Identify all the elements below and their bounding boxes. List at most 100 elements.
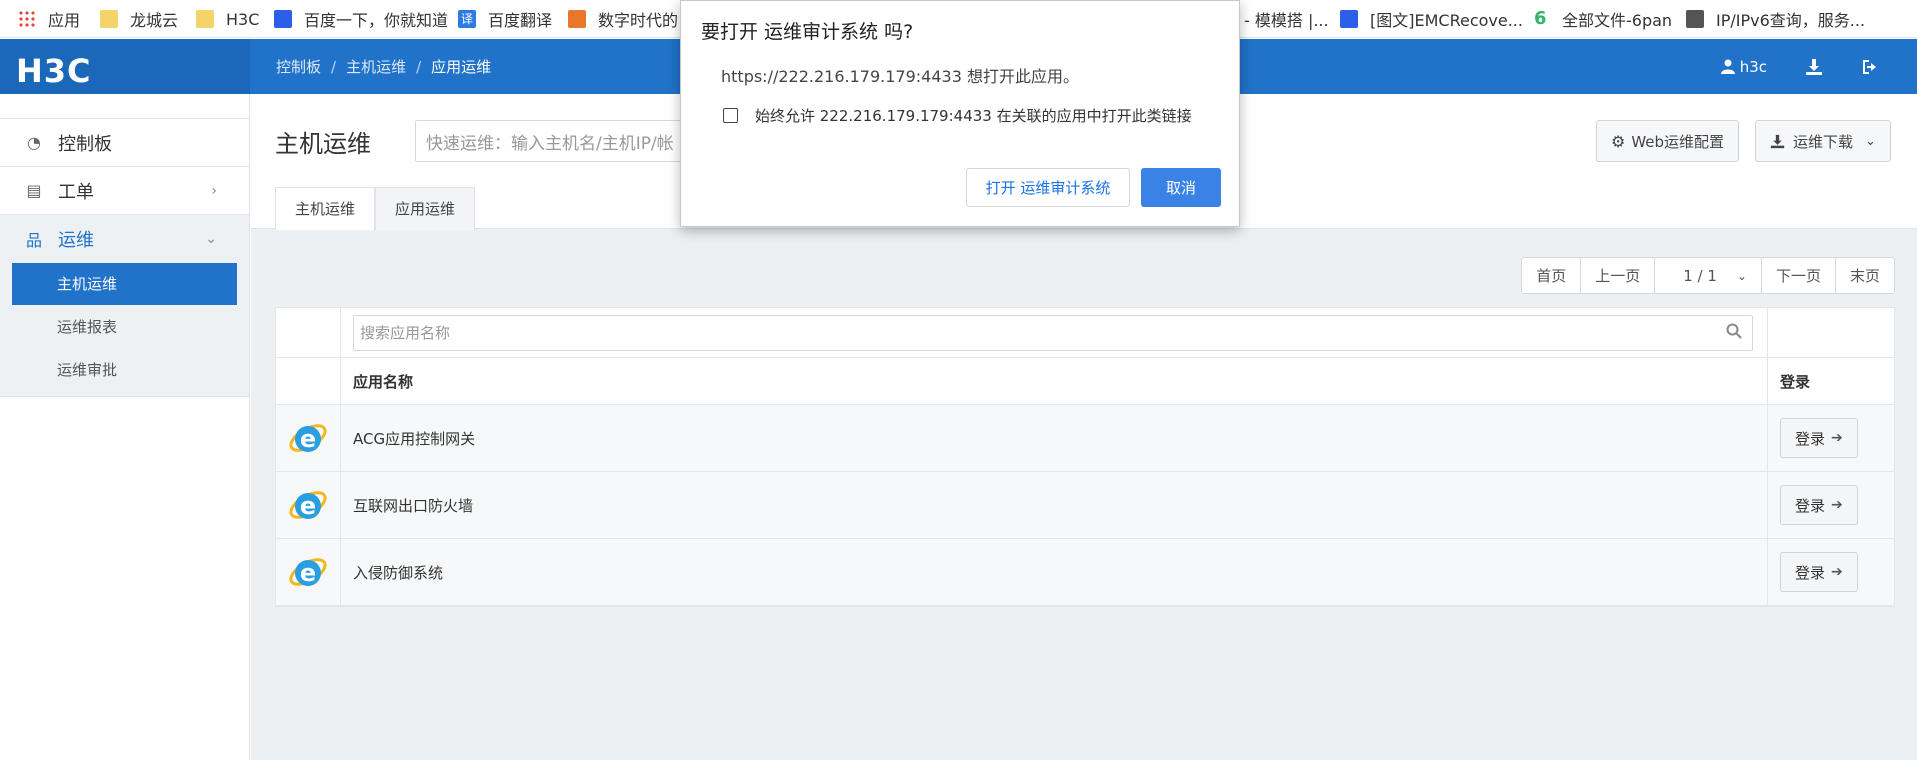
user-menu[interactable]: h3c [1720,57,1767,76]
dashboard-icon: ◔ [27,133,41,152]
download-icon[interactable] [1805,58,1823,76]
bookmark-baidu[interactable]: 百度一下，你就知道 [274,0,448,38]
bookmark-emc[interactable]: [图文]EMCRecove... [1340,0,1523,38]
bookmark-apps[interactable]: 应用 [18,0,80,38]
open-app-dialog: 要打开 运维审计系统 吗? https://222.216.179.179:44… [680,0,1240,227]
web-ops-config-button[interactable]: ⚙ Web运维配置 [1596,120,1740,162]
app-table: 搜索应用名称 应用名称 登录 e ACG应用控制网关 登录 ➔ e 互联网出口防… [275,307,1895,607]
tab-host-ops[interactable]: 主机运维 [275,187,376,230]
sidebar-item-workorder[interactable]: ▤ 工单 › [0,167,249,215]
site-icon [568,10,586,28]
chevron-right-icon: › [211,182,217,199]
bookmark-label: 数字时代的 [598,11,679,30]
gear-icon: ⚙ [1611,131,1626,151]
last-page-button[interactable]: 末页 [1834,258,1894,293]
table-cell: 登录 ➔ [1768,539,1894,605]
user-name: h3c [1739,57,1767,76]
login-label: 登录 [1795,563,1826,582]
svg-text:e: e [300,559,316,587]
ie-browser-icon: e [289,491,327,520]
bookmark-momoda[interactable]: - 模模搭 |... [1244,0,1329,38]
table-search-row: 搜索应用名称 [276,308,1894,358]
always-allow-checkbox[interactable]: 始终允许 222.216.179.179:4433 在关联的应用中打开此类链接 [723,105,1192,126]
sign-in-icon: ➔ [1831,497,1843,513]
app-name: 互联网出口防火墙 [341,472,1768,538]
bookmark-digital-era[interactable]: 数字时代的 [568,0,678,38]
breadcrumb-separator: / [416,57,422,76]
search-icon[interactable] [1726,323,1742,339]
first-page-button[interactable]: 首页 [1522,258,1580,293]
translate-icon: 译 [458,10,476,28]
pagination: 首页 上一页 1 / 1 ⌄ 下一页 末页 [1521,257,1895,294]
sidebar-item-dashboard[interactable]: ◔ 控制板 [0,119,249,167]
login-button[interactable]: 登录 ➔ [1780,418,1858,458]
login-label: 登录 [1795,496,1826,515]
sixpan-icon: 6 [1534,8,1547,29]
column-header-login: 登录 [1780,372,1811,391]
bookmark-6pan[interactable]: 6 全部文件-6pan [1534,0,1672,38]
baidu-icon [1340,10,1358,28]
bookmark-label: 全部文件-6pan [1562,11,1673,30]
tab-app-ops[interactable]: 应用运维 [375,187,476,230]
download-icon [1770,134,1785,148]
bookmark-baidu-translate[interactable]: 译 百度翻译 [458,0,552,38]
user-icon [1720,59,1735,74]
login-label: 登录 [1795,429,1826,448]
folder-icon [196,10,214,28]
sidebar-item-ops[interactable]: 品 运维 ⌄ [0,215,249,263]
web-ops-config-label: Web运维配置 [1631,132,1725,151]
prev-page-button[interactable]: 上一页 [1580,258,1654,293]
submenu-item-ops-report[interactable]: 运维报表 [12,306,237,348]
table-cell: e [276,405,341,471]
table-header-cell [276,358,341,404]
page-select[interactable]: 1 / 1 ⌄ [1654,258,1761,293]
breadcrumb-item[interactable]: 主机运维 [346,56,406,77]
table-cell: 登录 ➔ [1768,472,1894,538]
globe-icon [1686,10,1704,28]
ie-browser-icon: e [289,558,327,587]
table-cell [276,308,341,357]
table-cell: e [276,539,341,605]
login-button[interactable]: 登录 ➔ [1780,552,1858,592]
chevron-down-icon: ⌄ [1865,133,1876,149]
table-row: e 互联网出口防火墙 登录 ➔ [276,472,1894,539]
table-header-row: 应用名称 登录 [276,358,1894,405]
bookmark-label: IP/IPv6查询，服务... [1716,11,1866,30]
bookmark-ip-query[interactable]: IP/IPv6查询，服务... [1686,0,1865,38]
chevron-down-icon: ⌄ [205,231,217,247]
sidebar-item-label: 控制板 [58,133,112,155]
table-cell: e [276,472,341,538]
logout-icon[interactable] [1861,58,1879,76]
login-button[interactable]: 登录 ➔ [1780,485,1858,525]
submenu-item-ops-approval[interactable]: 运维审批 [12,349,237,391]
app-search-input[interactable]: 搜索应用名称 [353,314,1753,351]
checkbox-icon [723,108,738,123]
logo: H3C [16,52,92,90]
ops-download-label: 运维下载 [1793,132,1854,151]
column-header-name: 应用名称 [341,358,1768,404]
submenu-item-host-ops[interactable]: 主机运维 [12,263,237,305]
cancel-button[interactable]: 取消 [1141,168,1221,207]
sidebar-item-label: 工单 [58,181,94,203]
breadcrumb-item[interactable]: 控制板 [276,56,321,77]
dialog-title: 要打开 运维审计系统 吗? [701,21,914,43]
bookmark-label: - 模模搭 |... [1244,11,1329,30]
baidu-icon [274,10,292,28]
sidebar-spacer [0,94,249,119]
sign-in-icon: ➔ [1831,430,1843,446]
page-title: 主机运维 [275,130,371,158]
breadcrumb-separator: / [331,57,337,76]
bookmark-label: H3C [226,9,260,29]
table-row: e ACG应用控制网关 登录 ➔ [276,405,1894,472]
dialog-message: https://222.216.179.179:4433 想打开此应用。 [721,67,1079,86]
bookmark-label: 应用 [48,11,81,30]
next-page-button[interactable]: 下一页 [1760,258,1835,293]
bookmark-h3c[interactable]: H3C [196,0,259,38]
svg-text:e: e [300,492,316,520]
svg-text:e: e [300,425,316,453]
sidebar: ◔ 控制板 ▤ 工单 › 品 运维 ⌄ 主机运维 运维报表 运维审批 [0,94,250,760]
open-app-button[interactable]: 打开 运维审计系统 [966,168,1130,207]
bookmark-longchengyun[interactable]: 龙城云 [100,0,178,38]
ops-download-button[interactable]: 运维下载 ⌄ [1755,120,1891,162]
apps-icon [18,10,36,28]
